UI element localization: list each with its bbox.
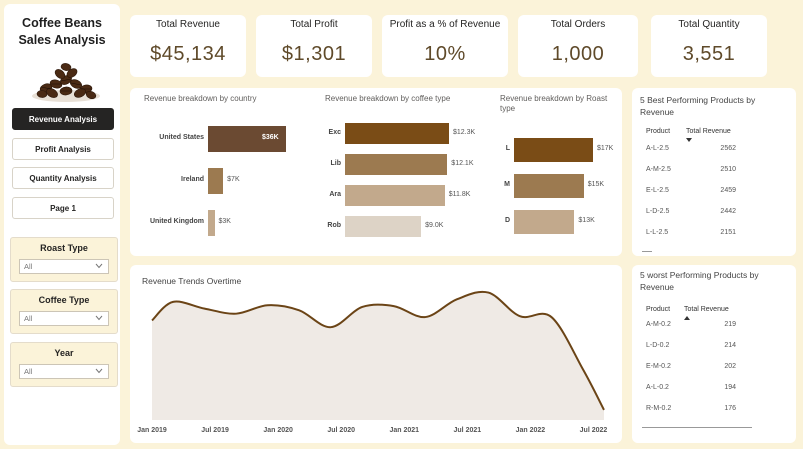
bar-value-label: $9.0K: [425, 221, 444, 229]
bar-category-label: United Kingdom: [149, 218, 204, 225]
table-cell-revenue: 2459: [720, 187, 736, 194]
bar-value-label: $17K: [597, 145, 614, 152]
x-axis-tick-label: Jan 2021: [389, 427, 420, 434]
coffee-type-label: Coffee Type: [38, 295, 90, 305]
best-products-title: 5 Best Performing Products by Revenue: [640, 95, 756, 117]
chevron-down-icon: [95, 368, 103, 374]
app-title: Coffee Beans Sales Analysis: [18, 16, 106, 47]
coffee-type-dropdown[interactable]: All: [19, 311, 109, 326]
table-cell-product: E-L-2.5: [646, 187, 669, 194]
bar-category-label: L: [505, 145, 510, 152]
table-cell-product: L-L-2.5: [646, 229, 669, 236]
roast-type-slicer: Roast Type All: [10, 237, 118, 282]
worst-products-title: 5 worst Performing Products by Revenue: [640, 270, 759, 292]
year-label: Year: [54, 348, 74, 358]
bar: [514, 138, 593, 162]
bar-value-label: $15K: [587, 181, 605, 188]
best-table-divider: [642, 251, 652, 252]
bar-category-label: Ireland: [181, 176, 204, 183]
table-cell-product: E-M-0.2: [646, 363, 671, 370]
x-axis-tick-label: Jul 2022: [579, 427, 608, 434]
bar: [208, 168, 224, 194]
chevron-down-icon: [95, 263, 103, 269]
kpi-total-revenue: Total Revenue $45,134: [130, 15, 246, 77]
bar-category-label: D: [504, 217, 510, 224]
nav-profit-analysis[interactable]: Profit Analysis: [12, 138, 114, 160]
table-cell-product: A-L-0.2: [646, 384, 669, 391]
kpi-total-quantity: Total Quantity 3,551: [651, 15, 767, 77]
bar-category-label: Ara: [329, 190, 341, 198]
bar: [345, 123, 449, 144]
x-axis-tick-label: Jan 2020: [263, 427, 293, 434]
nav-page-1[interactable]: Page 1: [12, 197, 114, 219]
kpi-total-profit: Total Profit $1,301: [256, 15, 372, 77]
nav-revenue-analysis[interactable]: Revenue Analysis: [12, 108, 114, 130]
x-axis-tick-label: Jul 2020: [327, 427, 356, 434]
bar-category-label: Rob: [327, 221, 341, 229]
bar-category-label: United States: [159, 134, 204, 141]
table-cell-revenue: 2510: [720, 166, 736, 173]
x-axis-tick-label: Jan 2022: [515, 427, 546, 434]
x-axis-tick-label: Jul 2019: [201, 427, 229, 434]
chevron-down-icon: [95, 315, 103, 321]
bar-value-label: $36K: [262, 134, 279, 141]
year-slicer: Year All: [10, 342, 118, 387]
table-cell-revenue: 2151: [720, 229, 736, 236]
bar-category-label: Lib: [330, 159, 342, 167]
country-chart-title: Revenue breakdown by country: [144, 94, 257, 103]
year-dropdown[interactable]: All: [19, 364, 109, 379]
bar: [514, 210, 575, 234]
bar-value-label: $11.8K: [448, 190, 471, 198]
x-axis-tick-label: Jan 2019: [137, 427, 167, 434]
table-cell-revenue: 2442: [720, 208, 736, 215]
worst-products-panel: 5 worst Performing Products by Revenue P…: [632, 265, 796, 443]
bar-value-label: $13K: [578, 217, 595, 224]
coffee-beans-image: [32, 63, 100, 102]
bar-value-label: $3K: [218, 218, 231, 225]
bar-value-label: $7K: [227, 176, 240, 183]
sort-asc-icon[interactable]: [684, 316, 690, 320]
table-cell-product: R-M-0.2: [646, 405, 672, 412]
nav-quantity-analysis[interactable]: Quantity Analysis: [12, 167, 114, 189]
worst-col-product[interactable]: Product: [646, 306, 670, 313]
roast-type-dropdown[interactable]: All: [19, 259, 109, 274]
table-cell-product: A-L-2.5: [646, 145, 669, 152]
coffee-type-slicer: Coffee Type All: [10, 289, 118, 334]
table-cell-product: L-D-2.5: [646, 208, 670, 215]
roast-type-chart-title: Revenue breakdown by Roast type: [500, 94, 608, 113]
table-cell-product: A-M-0.2: [646, 321, 671, 328]
bar: [208, 210, 215, 236]
table-cell-revenue: 219: [724, 321, 736, 328]
table-cell-revenue: 202: [724, 363, 736, 370]
table-cell-revenue: 2562: [720, 145, 736, 152]
sidebar: Coffee Beans Sales Analysis Revenue Anal…: [4, 4, 120, 445]
coffee-type-chart-title: Revenue breakdown by coffee type: [325, 94, 451, 103]
worst-table-divider: [642, 427, 752, 428]
sort-desc-icon[interactable]: [686, 138, 692, 142]
best-products-panel: 5 Best Performing Products by Revenue Pr…: [632, 88, 796, 256]
bar-category-label: M: [504, 181, 510, 188]
kpi-total-orders: Total Orders 1,000: [518, 15, 638, 77]
x-axis-tick-label: Jul 2021: [453, 427, 482, 434]
best-col-revenue[interactable]: Total Revenue: [686, 128, 731, 135]
worst-col-revenue[interactable]: Total Revenue: [684, 306, 729, 313]
table-cell-revenue: 176: [724, 405, 736, 412]
table-cell-revenue: 194: [724, 384, 736, 391]
bar-value-label: $12.3K: [453, 128, 476, 136]
revenue-breakdown-panel: Revenue breakdown by country Revenue bre…: [130, 88, 622, 256]
bar: [345, 154, 448, 175]
bar: [345, 185, 445, 206]
revenue-trend-panel: Revenue Trends Overtime Jan 2019 Jul 2019…: [130, 265, 622, 443]
best-col-product[interactable]: Product: [646, 128, 670, 135]
bar-category-label: Exc: [328, 128, 341, 136]
table-cell-product: A-M-2.5: [646, 166, 671, 173]
bar: [345, 216, 422, 237]
roast-type-label: Roast Type: [40, 243, 88, 253]
bar: [514, 174, 584, 198]
table-cell-revenue: 214: [724, 342, 736, 349]
bar-value-label: $12.1K: [451, 159, 474, 167]
kpi-profit-percent: Profit as a % of Revenue 10%: [382, 15, 508, 77]
revenue-trend-chart: [151, 290, 605, 420]
table-cell-product: L-D-0.2: [646, 342, 670, 349]
